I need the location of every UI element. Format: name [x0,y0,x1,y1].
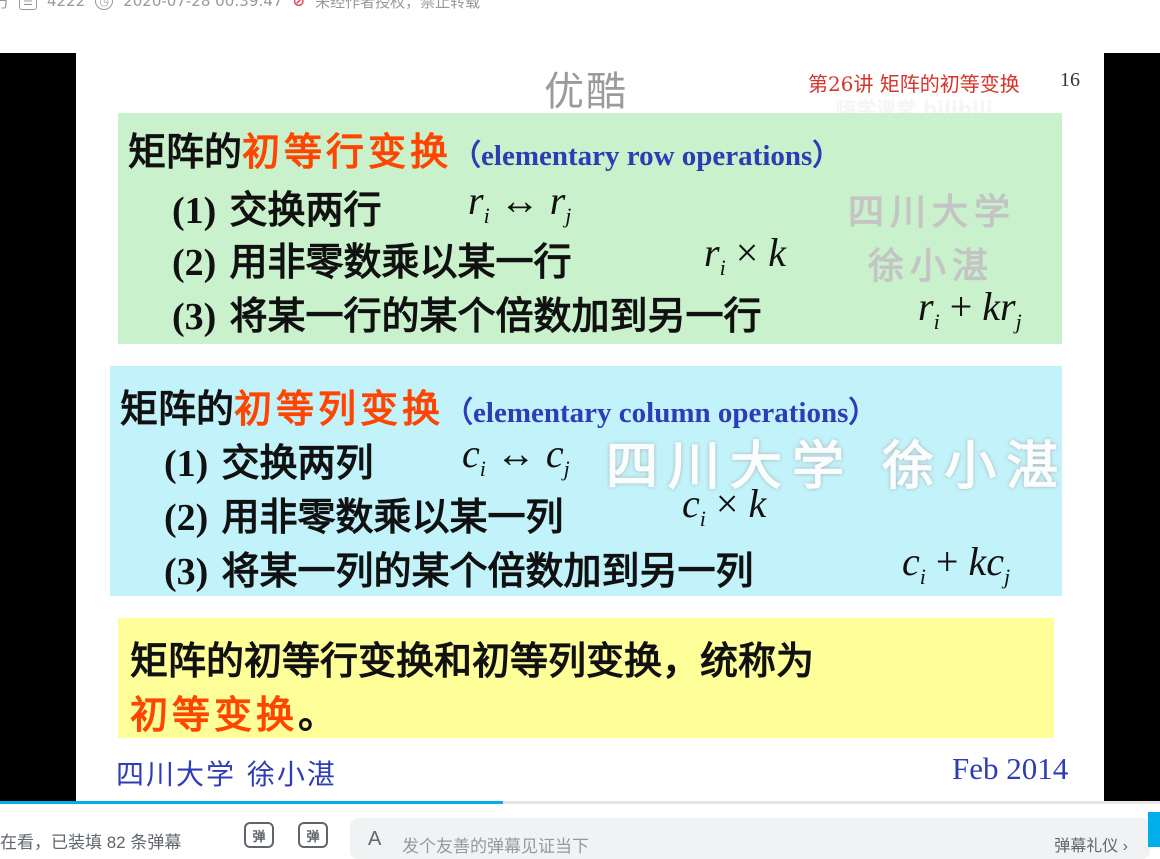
formula-var: kc [968,539,1004,584]
col-formula-3: ci + kcj [902,538,1010,590]
summary-period: 。 [298,692,337,737]
clock-icon: ◷ [95,0,114,10]
row-formula-3: ri + krj [918,283,1022,335]
col-formula-1: ci ↔ cj [462,430,570,482]
formula-sub: j [1003,564,1011,589]
col-item-3: (3) 将某一列的某个倍数加到另一列 [164,540,754,595]
row-item-number: (2) [172,242,217,284]
formula-op: + [939,284,983,329]
formula-sub: j [1015,309,1022,334]
no-repost-text: 未经作者授权，禁止转载 [315,0,481,11]
row-item-number: (3) [172,296,217,338]
danmaku-settings-icon[interactable]: 弹 [298,822,328,848]
formula-op: + [925,539,969,584]
video-player[interactable]: 优酷 第26讲 矩阵的初等变换 16 嗨学课堂 bilibili 矩阵的初等行变… [0,53,1160,803]
col-item-number: (1) [164,443,209,485]
row-item-text: 用非零数乘以某一行 [216,239,572,284]
slide-footer-author: 四川大学 徐小湛 [116,758,337,791]
col-item-number: (3) [164,551,209,593]
formula-var: r [468,178,484,223]
danmaku-count-icon: ☰ [19,0,38,10]
slide-footer-date: Feb 2014 [952,751,1069,786]
row-item-text: 将某一行的某个倍数加到另一行 [216,293,762,338]
danmaku-input[interactable]: A 发个友善的弹幕见证当下 弹幕礼仪 › [350,818,1150,859]
col-title-prefix: 矩阵的 [120,386,235,431]
youku-watermark: 优酷 [544,69,628,115]
summary-line-1: 矩阵的初等行变换和初等列变换，统称为 [130,638,815,683]
formula-op: ↔ [489,178,550,223]
formula-sub: j [565,203,572,228]
row-box-watermark-author: 徐小湛 [868,245,995,287]
row-item-1: (1) 交换两行 [172,179,382,234]
col-item-2: (2) 用非零数乘以某一列 [164,486,564,541]
danmaku-placeholder: 发个友善的弹幕见证当下 [402,837,589,856]
video-progress-fill [0,801,504,804]
danmaku-status: 在看，已装填 82 条弹幕 [0,833,182,852]
col-box-watermark: 四川大学 徐小湛 [606,436,1069,497]
video-progress-bar[interactable] [0,801,1160,804]
col-item-number: (2) [164,497,209,539]
summary-highlight: 初等变换 [130,692,299,737]
formula-var: kr [982,284,1016,329]
col-item-text: 交换两列 [208,440,374,485]
formula-var: k [768,230,787,275]
danmaku-bar: 在看，已装填 82 条弹幕 弹 弹 A 发个友善的弹幕见证当下 弹幕礼仪 › [0,812,1160,859]
formula-var: c [902,539,920,584]
row-box-watermark-school: 四川大学 [848,191,1017,233]
formula-var: c [545,431,564,476]
row-title-highlight: 初等行变换 [242,129,453,174]
play-count-tail: 万 [0,0,10,11]
danmaku-send-button[interactable] [1148,812,1160,847]
formula-var: r [704,230,720,275]
col-title-highlight: 初等列变换 [234,386,445,431]
formula-op: ↔ [485,431,546,476]
formula-var: r [549,178,566,223]
row-item-3: (3) 将某一行的某个倍数加到另一行 [172,285,762,340]
row-title-english: （elementary row operations） [452,140,842,172]
row-formula-1: ri ↔ rj [468,177,571,229]
danmaku-etiquette-link[interactable]: 弹幕礼仪 › [1054,832,1128,856]
publish-time: 2020-07-28 00:39:47 [123,0,283,10]
summary-line-2: 初等变换。 [130,684,336,739]
formula-var: r [918,284,934,329]
danmaku-style-icon[interactable]: A [368,828,381,851]
slide-page-number: 16 [1060,69,1080,91]
row-formula-2: ri × k [704,229,786,281]
summary-box: 矩阵的初等行变换和初等列变换，统称为 初等变换。 [118,618,1054,738]
danmaku-toggle-icon[interactable]: 弹 [244,822,274,848]
row-box-title: 矩阵的初等行变换（elementary row operations） [128,121,841,176]
col-item-text: 用非零数乘以某一列 [208,494,564,539]
row-item-number: (1) [172,190,217,232]
col-item-text: 将某一列的某个倍数加到另一列 [208,548,754,593]
row-item-text: 交换两行 [216,187,382,232]
row-item-2: (2) 用非零数乘以某一行 [172,231,572,286]
row-title-prefix: 矩阵的 [128,129,243,174]
formula-sub: j [563,456,570,481]
video-meta-bar: 万 ☰ 4222 ◷ 2020-07-28 00:39:47 ⊘ 未经作者授权，… [0,0,1160,12]
lecture-slide: 优酷 第26讲 矩阵的初等变换 16 嗨学课堂 bilibili 矩阵的初等行变… [76,53,1104,803]
col-item-1: (1) 交换两列 [164,432,374,487]
formula-op: × [725,230,769,275]
danmaku-count: 4222 [47,0,86,10]
formula-var: c [462,431,480,476]
column-operations-box: 矩阵的初等列变换（elementary column operations） (… [110,366,1062,596]
row-operations-box: 矩阵的初等行变换（elementary row operations） (1) … [118,113,1062,344]
forbidden-icon: ⊘ [292,0,306,10]
